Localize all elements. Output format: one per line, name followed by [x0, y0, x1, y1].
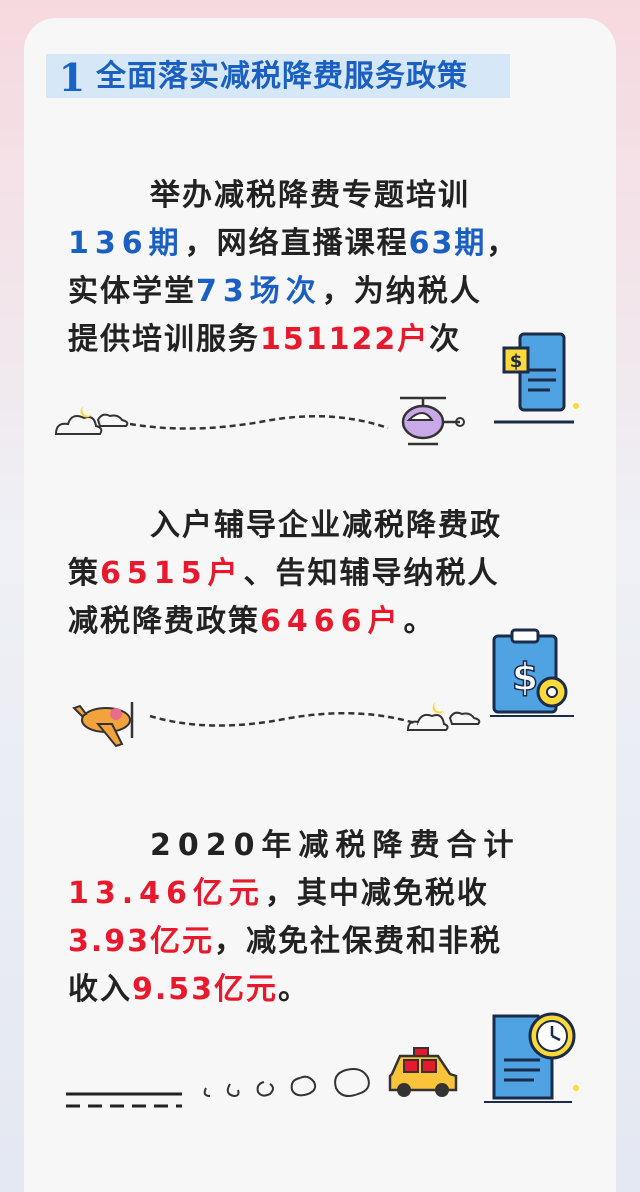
- clipboard-dollar-gear-icon: $: [490, 628, 574, 717]
- counseling-paragraph: 入户辅导企业减税降费政 策6515户、告知辅导纳税人 减税降费政策6466户。: [68, 502, 572, 646]
- section-title: 全面落实减税降费服务政策: [96, 59, 468, 94]
- taxpayers-notified-value: 6466户: [260, 604, 404, 639]
- total-text-3: ，减免社保费和非税: [214, 924, 503, 959]
- training-text-1: 举办减税降费专题培训: [150, 178, 470, 213]
- training-sessions-value: 136期: [68, 226, 185, 261]
- tax-reduction-value: 3.93亿元: [68, 924, 215, 959]
- counseling-line-2: 策6515户、告知辅导纳税人: [68, 550, 572, 598]
- enterprises-visited-value: 6515户: [100, 556, 244, 591]
- counseling-text-2: 策: [68, 556, 100, 591]
- road-line-decoration: [66, 1092, 182, 1108]
- total-text-5: 。: [278, 972, 311, 1007]
- livestream-courses-value: 63期: [408, 226, 487, 261]
- svg-text:$: $: [510, 351, 523, 372]
- total-text-4: 收入: [68, 972, 132, 1007]
- total-text-1: 2020年减税降费合计: [150, 828, 521, 863]
- helicopter-icon: [400, 396, 465, 446]
- section-header: 1 全面落实减税降费服务政策: [46, 50, 516, 102]
- total-line-3: 3.93亿元，减免社保费和非税: [68, 918, 572, 966]
- counseling-text-5: 。: [403, 604, 436, 639]
- physical-classes-value: 73场次: [196, 274, 322, 309]
- exhaust-smoke-decoration: [203, 1068, 370, 1098]
- training-line-2: 136期，网络直播课程63期，: [68, 220, 572, 268]
- counseling-text-1: 入户辅导企业减税降费政: [150, 508, 502, 543]
- total-reduction-value: 13.46亿元: [68, 876, 265, 911]
- cloud-moon-decoration-2: [406, 702, 481, 731]
- svg-text:$: $: [512, 655, 538, 699]
- total-line-1: 2020年减税降费合计: [68, 822, 572, 870]
- dotted-flight-path-2: [149, 711, 419, 727]
- social-nontax-reduction-value: 9.53亿元: [132, 972, 279, 1007]
- training-text-7: 次: [429, 322, 462, 357]
- training-line-1: 举办减税降费专题培训: [68, 172, 572, 220]
- training-text-3: ，: [486, 226, 519, 261]
- total-paragraph: 2020年减税降费合计 13.46亿元，其中减免税收 3.93亿元，减免社保费和…: [68, 822, 572, 1014]
- total-line-2: 13.46亿元，其中减免税收: [68, 870, 572, 918]
- cloud-moon-decoration: [54, 406, 129, 435]
- training-text-2: ，网络直播课程: [184, 226, 409, 261]
- section-number: 1: [58, 55, 86, 100]
- counseling-line-1: 入户辅导企业减税降费政: [68, 502, 572, 550]
- training-text-4: 实体学堂: [68, 274, 196, 309]
- counseling-text-4: 减税降费政策: [68, 604, 260, 639]
- training-line-3: 实体学堂73场次，为纳税人: [68, 268, 572, 316]
- receipt-dollar-icon: $: [494, 332, 579, 424]
- training-text-6: 提供培训服务: [68, 322, 260, 357]
- document-clock-icon: [484, 1012, 579, 1103]
- dotted-flight-path: [129, 414, 389, 430]
- service-households-value: 151122户: [260, 322, 430, 357]
- counseling-text-3: 、告知辅导纳税人: [243, 556, 500, 591]
- airplane-icon: [72, 702, 134, 748]
- total-text-2: ，其中减免税收: [264, 876, 489, 911]
- training-text-5: ，为纳税人: [321, 274, 482, 309]
- car-icon: [388, 1047, 458, 1097]
